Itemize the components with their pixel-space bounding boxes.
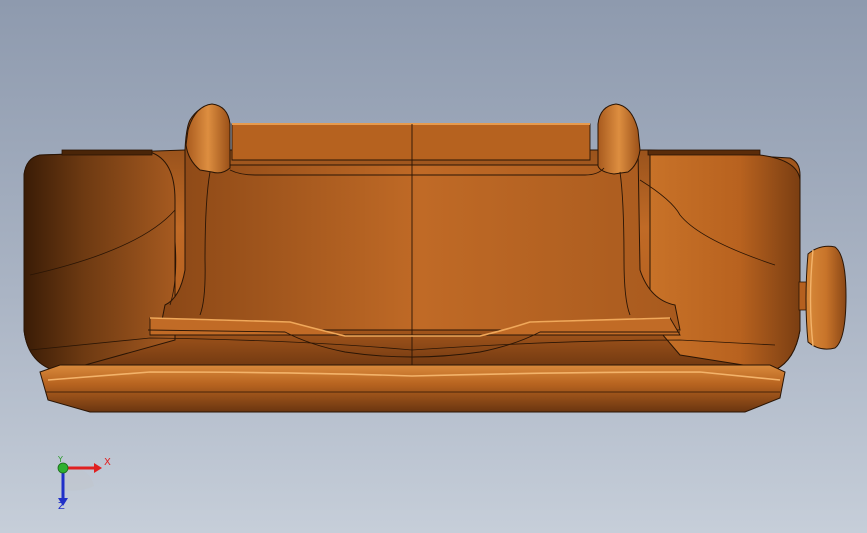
x-axis-arrow — [94, 463, 102, 473]
right-end-face — [649, 151, 801, 371]
x-axis-label: X — [104, 457, 111, 468]
right-top-strip — [647, 149, 761, 156]
left-top-strip — [61, 149, 153, 156]
left-horn — [185, 103, 231, 174]
cad-model[interactable] — [0, 0, 867, 533]
left-end-face — [23, 151, 176, 373]
coordinate-triad: X Y Z — [46, 452, 116, 516]
z-axis-label: Z — [58, 501, 65, 512]
top-channel — [231, 123, 591, 161]
right-horn — [597, 103, 641, 175]
graphics-viewport[interactable]: X Y Z — [0, 0, 867, 533]
y-axis-label: Y — [58, 455, 63, 464]
